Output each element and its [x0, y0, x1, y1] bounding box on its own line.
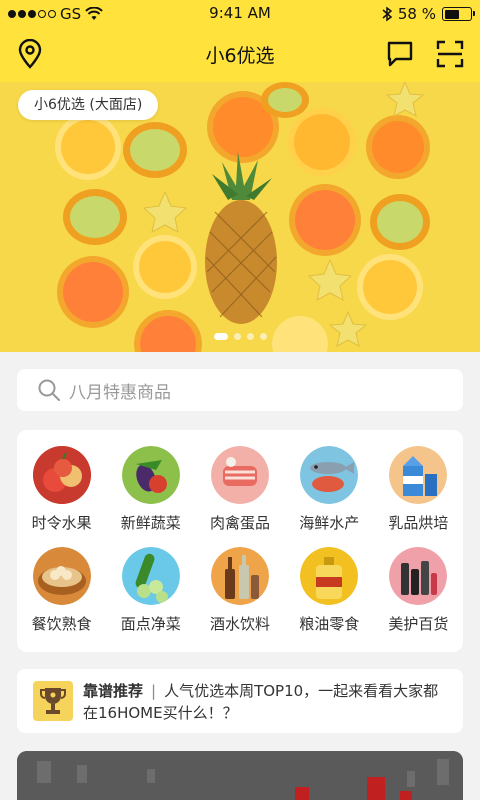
status-bar: GS 9:41 AM 58 %	[0, 0, 480, 28]
category-label: 面点净菜	[120, 615, 181, 633]
recommendation-separator: |	[151, 682, 157, 700]
nav-bar: 小6优选	[0, 28, 480, 82]
category-item[interactable]: 美护百货	[374, 547, 463, 634]
cucumber-icon	[121, 547, 180, 605]
scan-icon[interactable]	[434, 38, 466, 70]
drinks-icon	[210, 547, 269, 605]
category-item[interactable]: 肉禽蛋品	[195, 446, 284, 533]
carousel-indicator[interactable]	[0, 333, 480, 340]
search-bar[interactable]: 八月特惠商品	[17, 369, 463, 411]
vegetable-icon	[121, 446, 180, 504]
battery-icon	[442, 7, 475, 21]
category-item[interactable]: 酒水饮料	[195, 547, 284, 634]
meat-icon	[210, 446, 269, 504]
category-grid: 时令水果 新鲜蔬菜 肉禽蛋品 海鲜水产 乳品烘培 餐饮熟食 面点净菜 酒水饮料 …	[17, 446, 463, 634]
search-icon	[38, 379, 60, 401]
cosmetics-icon	[389, 547, 448, 605]
carousel-dot[interactable]	[233, 333, 241, 340]
featured-card-image	[17, 751, 463, 800]
dairy-icon	[389, 446, 448, 504]
category-item[interactable]: 餐饮熟食	[17, 547, 106, 634]
fruit-icon	[32, 446, 91, 504]
category-label: 时令水果	[31, 514, 92, 532]
category-item[interactable]: 乳品烘培	[374, 446, 463, 533]
category-item[interactable]: 粮油零食	[285, 547, 374, 634]
recommendation-title: 靠谱推荐	[83, 682, 144, 700]
carousel-dot[interactable]	[213, 333, 228, 340]
trophy-icon	[33, 681, 73, 721]
dumpling-icon	[32, 547, 91, 605]
status-right: 58 %	[382, 0, 475, 28]
category-label: 粮油零食	[299, 615, 360, 633]
category-item[interactable]: 海鲜水产	[285, 446, 374, 533]
category-label: 海鲜水产	[299, 514, 360, 532]
category-item[interactable]: 时令水果	[17, 446, 106, 533]
store-selector[interactable]: 小6优选 (大面店)	[18, 90, 159, 120]
category-panel: 时令水果 新鲜蔬菜 肉禽蛋品 海鲜水产 乳品烘培 餐饮熟食 面点净菜 酒水饮料 …	[17, 430, 463, 652]
category-label: 肉禽蛋品	[209, 514, 270, 532]
recommendation-banner[interactable]: 靠谱推荐 | 人气优选本周TOP10，一起来看看大家都在16HOME买什么！？	[17, 669, 463, 733]
category-item[interactable]: 面点净菜	[106, 547, 195, 634]
category-label: 乳品烘培	[388, 514, 449, 532]
recommendation-text: 靠谱推荐 | 人气优选本周TOP10，一起来看看大家都在16HOME买什么！？	[83, 680, 449, 724]
message-icon[interactable]	[384, 38, 416, 70]
category-label: 美护百货	[388, 615, 449, 633]
carousel-dot[interactable]	[246, 333, 254, 340]
battery-percent: 58 %	[397, 5, 436, 23]
carousel-dot[interactable]	[259, 333, 267, 340]
category-item[interactable]: 新鲜蔬菜	[106, 446, 195, 533]
category-label: 新鲜蔬菜	[120, 514, 181, 532]
banner-image	[0, 82, 480, 352]
battery-fill	[444, 9, 459, 19]
featured-card[interactable]	[17, 751, 463, 800]
oil-icon	[300, 547, 359, 605]
category-label: 酒水饮料	[209, 615, 270, 633]
search-input[interactable]: 八月特惠商品	[69, 378, 171, 403]
seafood-icon	[300, 446, 359, 504]
bluetooth-icon	[382, 6, 392, 22]
category-label: 餐饮熟食	[31, 615, 92, 633]
promo-banner[interactable]: 小6优选 (大面店)	[0, 82, 480, 352]
